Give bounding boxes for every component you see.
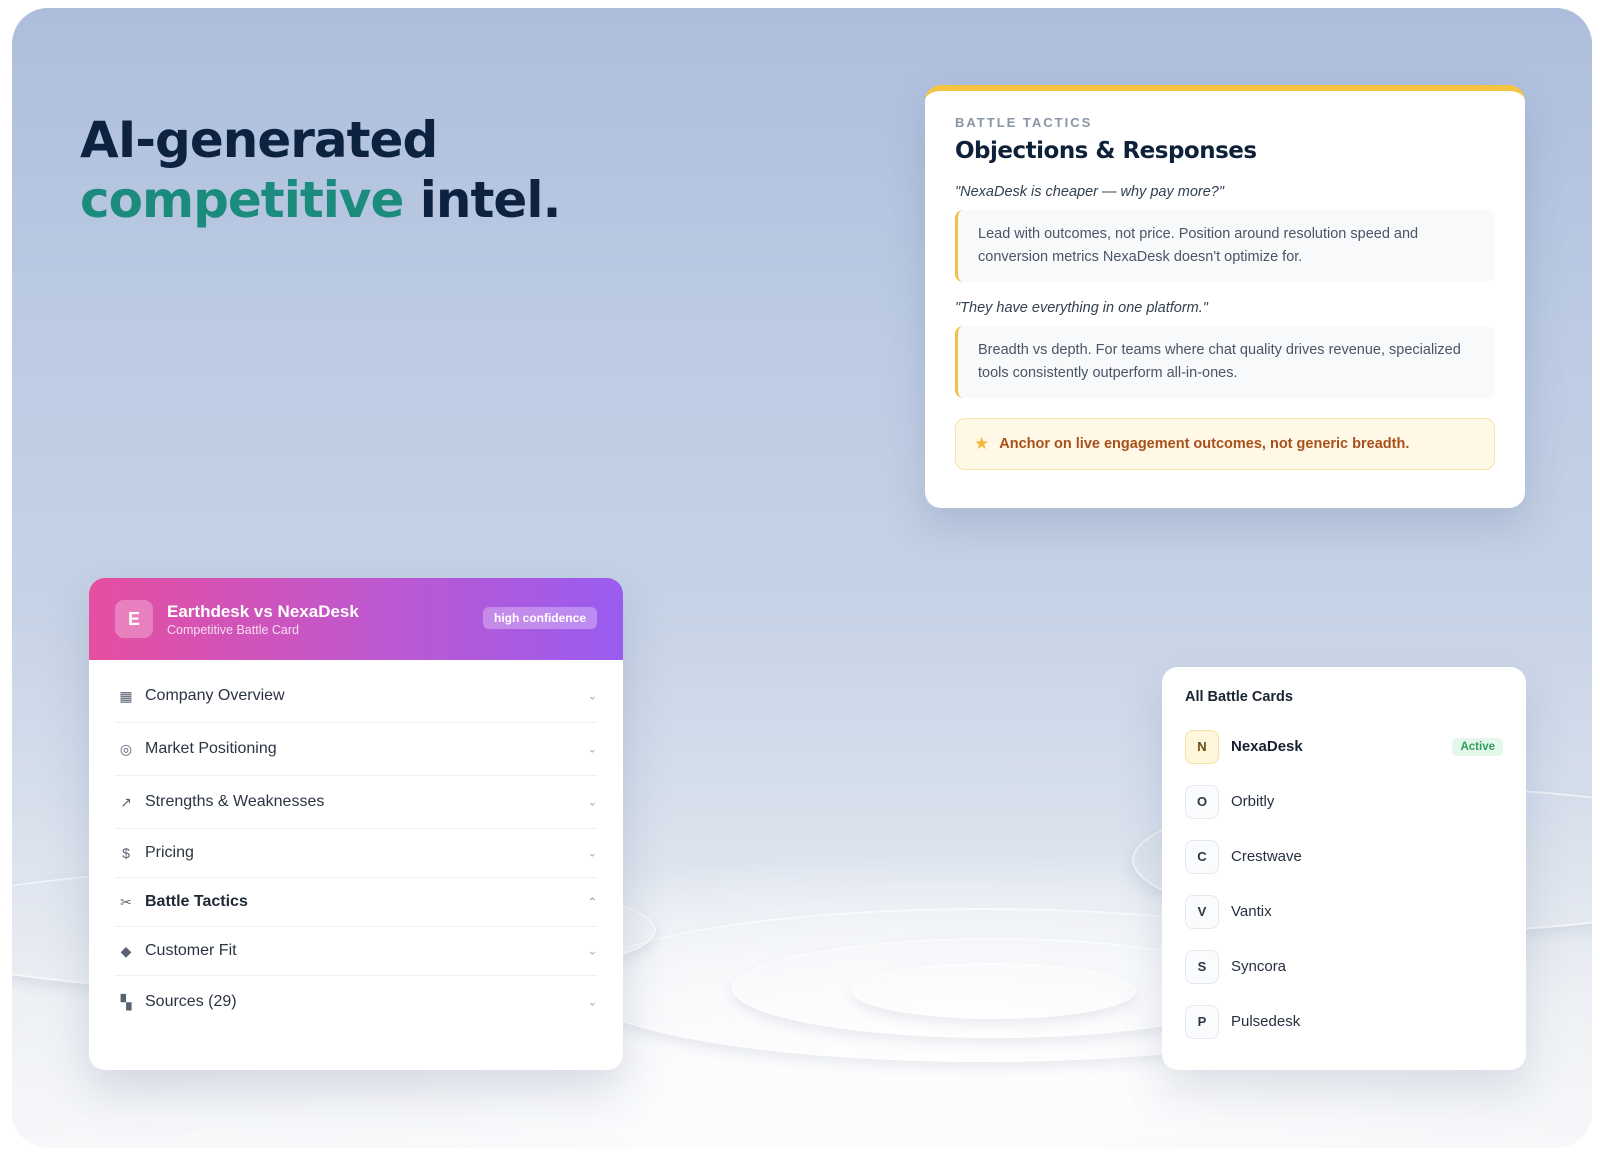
section-accordion: ▦ Company Overview ⌄ ◎ Market Positionin… (89, 660, 623, 1028)
competitor-name: Syncora (1231, 958, 1287, 975)
hero-line-1: AI-generated (80, 111, 438, 169)
tactics-eyebrow: BATTLE TACTICS (955, 115, 1093, 130)
active-badge: Active (1452, 737, 1503, 756)
building-icon: ▦ (119, 687, 133, 704)
battle-card-title: Earthdesk vs NexaDesk (167, 601, 359, 621)
section-label: Strengths & Weaknesses (145, 793, 325, 810)
battle-card-item-vantix[interactable]: V Vantix (1185, 884, 1503, 939)
tactics-title: Objections & Responses (955, 138, 1257, 164)
objection-response: Lead with outcomes, not price. Position … (955, 210, 1495, 282)
file-icon: ▚ (120, 993, 132, 1010)
battle-card-panel: E Earthdesk vs NexaDesk Competitive Batt… (89, 578, 623, 1070)
anchor-callout: ★ Anchor on live engagement outcomes, no… (955, 418, 1495, 470)
objection-quote: "NexaDesk is cheaper — why pay more?" (955, 184, 1224, 200)
section-label: Pricing (145, 844, 194, 861)
avatar: E (115, 600, 153, 638)
all-battle-cards-panel: All Battle Cards N NexaDesk Active O Orb… (1162, 667, 1526, 1070)
competitor-avatar: O (1185, 784, 1219, 819)
competitor-avatar: S (1185, 949, 1219, 984)
battle-card-item-syncora[interactable]: S Syncora (1185, 939, 1503, 994)
section-label: Battle Tactics (145, 893, 248, 910)
section-label: Market Positioning (145, 740, 277, 757)
target-icon: ◎ (119, 740, 133, 757)
battle-card-item-crestwave[interactable]: C Crestwave (1185, 829, 1503, 884)
competitor-name: Orbitly (1231, 793, 1275, 810)
competitor-avatar: P (1185, 1004, 1219, 1039)
competitor-name: Pulsedesk (1231, 1013, 1301, 1030)
section-sources[interactable]: ▚ Sources (29) ⌄ (115, 976, 597, 1028)
section-label: Company Overview (145, 687, 285, 704)
objection-quote: "They have everything in one platform." (955, 300, 1208, 316)
battle-card-item-nexadesk[interactable]: N NexaDesk Active (1185, 719, 1503, 774)
battle-card-item-pulsedesk[interactable]: P Pulsedesk (1185, 994, 1503, 1049)
competitor-avatar: C (1185, 839, 1219, 874)
competitor-avatar: N (1185, 729, 1219, 764)
battle-card-list: N NexaDesk Active O Orbitly C Crestwave … (1185, 719, 1503, 1049)
battle-card-header: E Earthdesk vs NexaDesk Competitive Batt… (89, 578, 623, 660)
chevron-down-icon: ⌄ (587, 690, 597, 703)
competitor-name: Crestwave (1231, 848, 1302, 865)
battle-card-item-orbitly[interactable]: O Orbitly (1185, 774, 1503, 829)
swords-icon: ✂ (120, 893, 132, 910)
hero-line-2-rest: intel. (403, 171, 562, 229)
hero-accent-word: competitive (80, 171, 404, 229)
chevron-down-icon: ⌄ (587, 743, 597, 756)
dollar-icon: $ (122, 845, 130, 861)
anchor-text: Anchor on live engagement outcomes, not … (999, 436, 1410, 452)
section-strengths-weaknesses[interactable]: ↗ Strengths & Weaknesses ⌄ (115, 776, 597, 829)
header-text: Earthdesk vs NexaDesk Competitive Battle… (167, 602, 359, 637)
objection-response: Breadth vs depth. For teams where chat q… (955, 326, 1495, 398)
diamond-icon: ◆ (120, 942, 132, 959)
all-battle-cards-title: All Battle Cards (1185, 689, 1293, 705)
section-label: Customer Fit (145, 942, 237, 959)
chevron-up-icon: ⌃ (587, 896, 597, 909)
section-market-positioning[interactable]: ◎ Market Positioning ⌄ (115, 723, 597, 776)
competitor-name: Vantix (1231, 903, 1272, 920)
star-icon: ★ (974, 434, 990, 453)
chevron-down-icon: ⌄ (587, 996, 597, 1009)
competitor-avatar: V (1185, 894, 1219, 929)
section-customer-fit[interactable]: ◆ Customer Fit ⌄ (115, 927, 597, 976)
battle-card-subtitle: Competitive Battle Card (167, 622, 300, 637)
competitor-name: NexaDesk (1231, 738, 1303, 755)
section-label: Sources (29) (145, 993, 237, 1010)
confidence-badge: high confidence (482, 607, 597, 629)
trend-icon: ↗ (120, 793, 132, 810)
chevron-down-icon: ⌄ (587, 945, 597, 958)
battle-tactics-card: BATTLE TACTICS Objections & Responses "N… (925, 85, 1525, 508)
ripple-decoration (852, 963, 1136, 1019)
section-battle-tactics[interactable]: ✂ Battle Tactics ⌃ (115, 878, 597, 927)
chevron-down-icon: ⌄ (587, 796, 597, 809)
chevron-down-icon: ⌄ (587, 847, 597, 860)
section-pricing[interactable]: $ Pricing ⌄ (115, 829, 597, 878)
hero-headline: AI-generated competitive intel. (80, 110, 562, 230)
section-company-overview[interactable]: ▦ Company Overview ⌄ (115, 670, 597, 723)
